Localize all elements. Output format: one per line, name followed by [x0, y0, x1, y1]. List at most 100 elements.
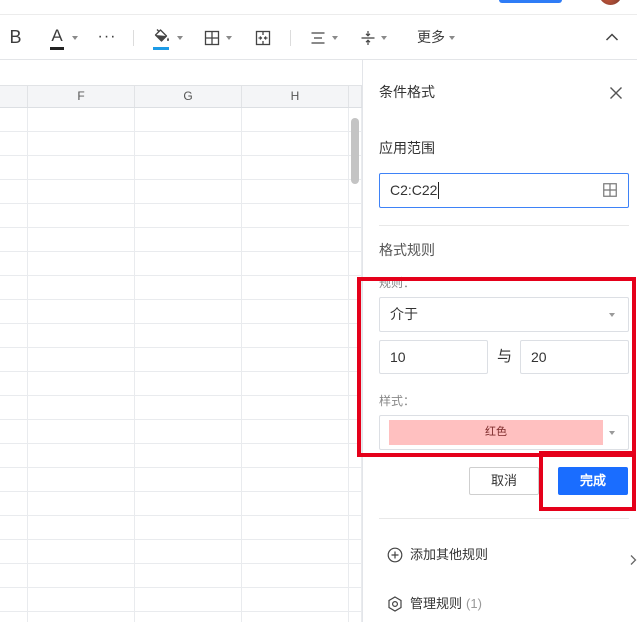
more-menu-button[interactable]: 更多: [413, 22, 459, 52]
avatar[interactable]: [599, 0, 622, 5]
sheet-cell[interactable]: [242, 252, 349, 276]
sheet-cell[interactable]: [349, 588, 362, 612]
sheet-cell[interactable]: [0, 372, 28, 396]
sheet-cell[interactable]: [242, 156, 349, 180]
done-button[interactable]: 完成: [558, 467, 628, 495]
sheet-cell[interactable]: [28, 564, 135, 588]
sheet-cell[interactable]: [0, 540, 28, 564]
sheet-cell[interactable]: [135, 276, 242, 300]
sheet-cell[interactable]: [242, 204, 349, 228]
sheet-cell[interactable]: [135, 300, 242, 324]
sheet-cell[interactable]: [0, 444, 28, 468]
sheet-cell[interactable]: [349, 564, 362, 588]
sheet-cell[interactable]: [242, 372, 349, 396]
sheet-cell[interactable]: [28, 252, 135, 276]
sheet-cell[interactable]: [28, 444, 135, 468]
sheet-cell[interactable]: [28, 276, 135, 300]
range-input[interactable]: C2:C22: [379, 173, 629, 208]
sheet-cell[interactable]: [0, 252, 28, 276]
sheet-cell[interactable]: [28, 516, 135, 540]
sheet-cell[interactable]: [135, 588, 242, 612]
sheet-cell[interactable]: [349, 612, 362, 622]
sheet-cell[interactable]: [28, 156, 135, 180]
sheet-cell[interactable]: [135, 180, 242, 204]
sheet-cell[interactable]: [242, 564, 349, 588]
add-rule-button[interactable]: 添加其他规则: [387, 546, 507, 564]
sheet-cell[interactable]: [242, 516, 349, 540]
sheet-cell[interactable]: [135, 420, 242, 444]
sheet-cell[interactable]: [0, 348, 28, 372]
sheet-cell[interactable]: [0, 564, 28, 588]
sheet-cell[interactable]: [28, 396, 135, 420]
sheet-cell[interactable]: [349, 396, 362, 420]
style-select[interactable]: 红色: [379, 415, 629, 450]
font-color-button[interactable]: A: [47, 22, 80, 52]
sheet-cell[interactable]: [135, 468, 242, 492]
sheet-cell[interactable]: [28, 132, 135, 156]
chevron-right-icon[interactable]: [629, 553, 637, 565]
sheet-cell[interactable]: [135, 132, 242, 156]
column-header-h[interactable]: H: [242, 86, 349, 107]
overflow-button[interactable]: ···: [97, 22, 117, 52]
sheet-cell[interactable]: [0, 228, 28, 252]
sheet-cell[interactable]: [135, 204, 242, 228]
sheet-cell[interactable]: [0, 156, 28, 180]
sheet-cell[interactable]: [349, 468, 362, 492]
column-header-partial[interactable]: [0, 86, 28, 107]
sheet-cell[interactable]: [349, 540, 362, 564]
sheet-cell[interactable]: [349, 300, 362, 324]
sheet-cell[interactable]: [242, 276, 349, 300]
min-value-input[interactable]: 10: [379, 340, 488, 374]
sheet-cell[interactable]: [28, 108, 135, 132]
sheet-cell[interactable]: [135, 540, 242, 564]
sheet-cell[interactable]: [349, 252, 362, 276]
sheet-cell[interactable]: [0, 468, 28, 492]
sheet-cell[interactable]: [349, 372, 362, 396]
sheet-cell[interactable]: [0, 180, 28, 204]
sheet-cell[interactable]: [135, 372, 242, 396]
sheet-cell[interactable]: [135, 612, 242, 622]
sheet-cell[interactable]: [135, 516, 242, 540]
close-icon[interactable]: [608, 85, 624, 101]
sheet-cell[interactable]: [28, 228, 135, 252]
sheet-cell[interactable]: [135, 108, 242, 132]
sheet-cell[interactable]: [28, 348, 135, 372]
sheet-cell[interactable]: [0, 420, 28, 444]
sheet-cell[interactable]: [135, 324, 242, 348]
sheet-cell[interactable]: [349, 204, 362, 228]
sheet-cell[interactable]: [242, 492, 349, 516]
sheet-cell[interactable]: [28, 612, 135, 622]
sheet-cell[interactable]: [0, 396, 28, 420]
sheet-cell[interactable]: [135, 396, 242, 420]
sheet-cell[interactable]: [242, 588, 349, 612]
bold-button[interactable]: B: [4, 22, 27, 52]
sheet-cell[interactable]: [242, 324, 349, 348]
sheet-cell[interactable]: [135, 492, 242, 516]
sheet-cell[interactable]: [349, 348, 362, 372]
manage-rules-button[interactable]: 管理规则 (1): [387, 595, 507, 613]
sheet-cell[interactable]: [242, 108, 349, 132]
sheet-cell[interactable]: [28, 180, 135, 204]
grid-icon[interactable]: [603, 183, 617, 197]
sheet-cell[interactable]: [135, 156, 242, 180]
sheet-cell[interactable]: [135, 348, 242, 372]
fill-color-button[interactable]: [150, 22, 186, 52]
sheet-cell[interactable]: [349, 228, 362, 252]
column-header-g[interactable]: G: [135, 86, 242, 107]
sheet-cell[interactable]: [0, 492, 28, 516]
sheet-cell[interactable]: [242, 180, 349, 204]
sheet-cell[interactable]: [242, 348, 349, 372]
column-header-f[interactable]: F: [28, 86, 135, 107]
sheet-cell[interactable]: [135, 444, 242, 468]
sheet-cell[interactable]: [242, 396, 349, 420]
sheet-cell[interactable]: [0, 204, 28, 228]
share-button[interactable]: [499, 0, 562, 3]
sheet-cell[interactable]: [349, 492, 362, 516]
sheet-cell[interactable]: [242, 132, 349, 156]
sheet-cell[interactable]: [28, 372, 135, 396]
sheet-cell[interactable]: [28, 468, 135, 492]
cancel-button[interactable]: 取消: [469, 467, 539, 495]
sheet-cell[interactable]: [0, 132, 28, 156]
sheet-cell[interactable]: [0, 588, 28, 612]
sheet-cell[interactable]: [28, 420, 135, 444]
